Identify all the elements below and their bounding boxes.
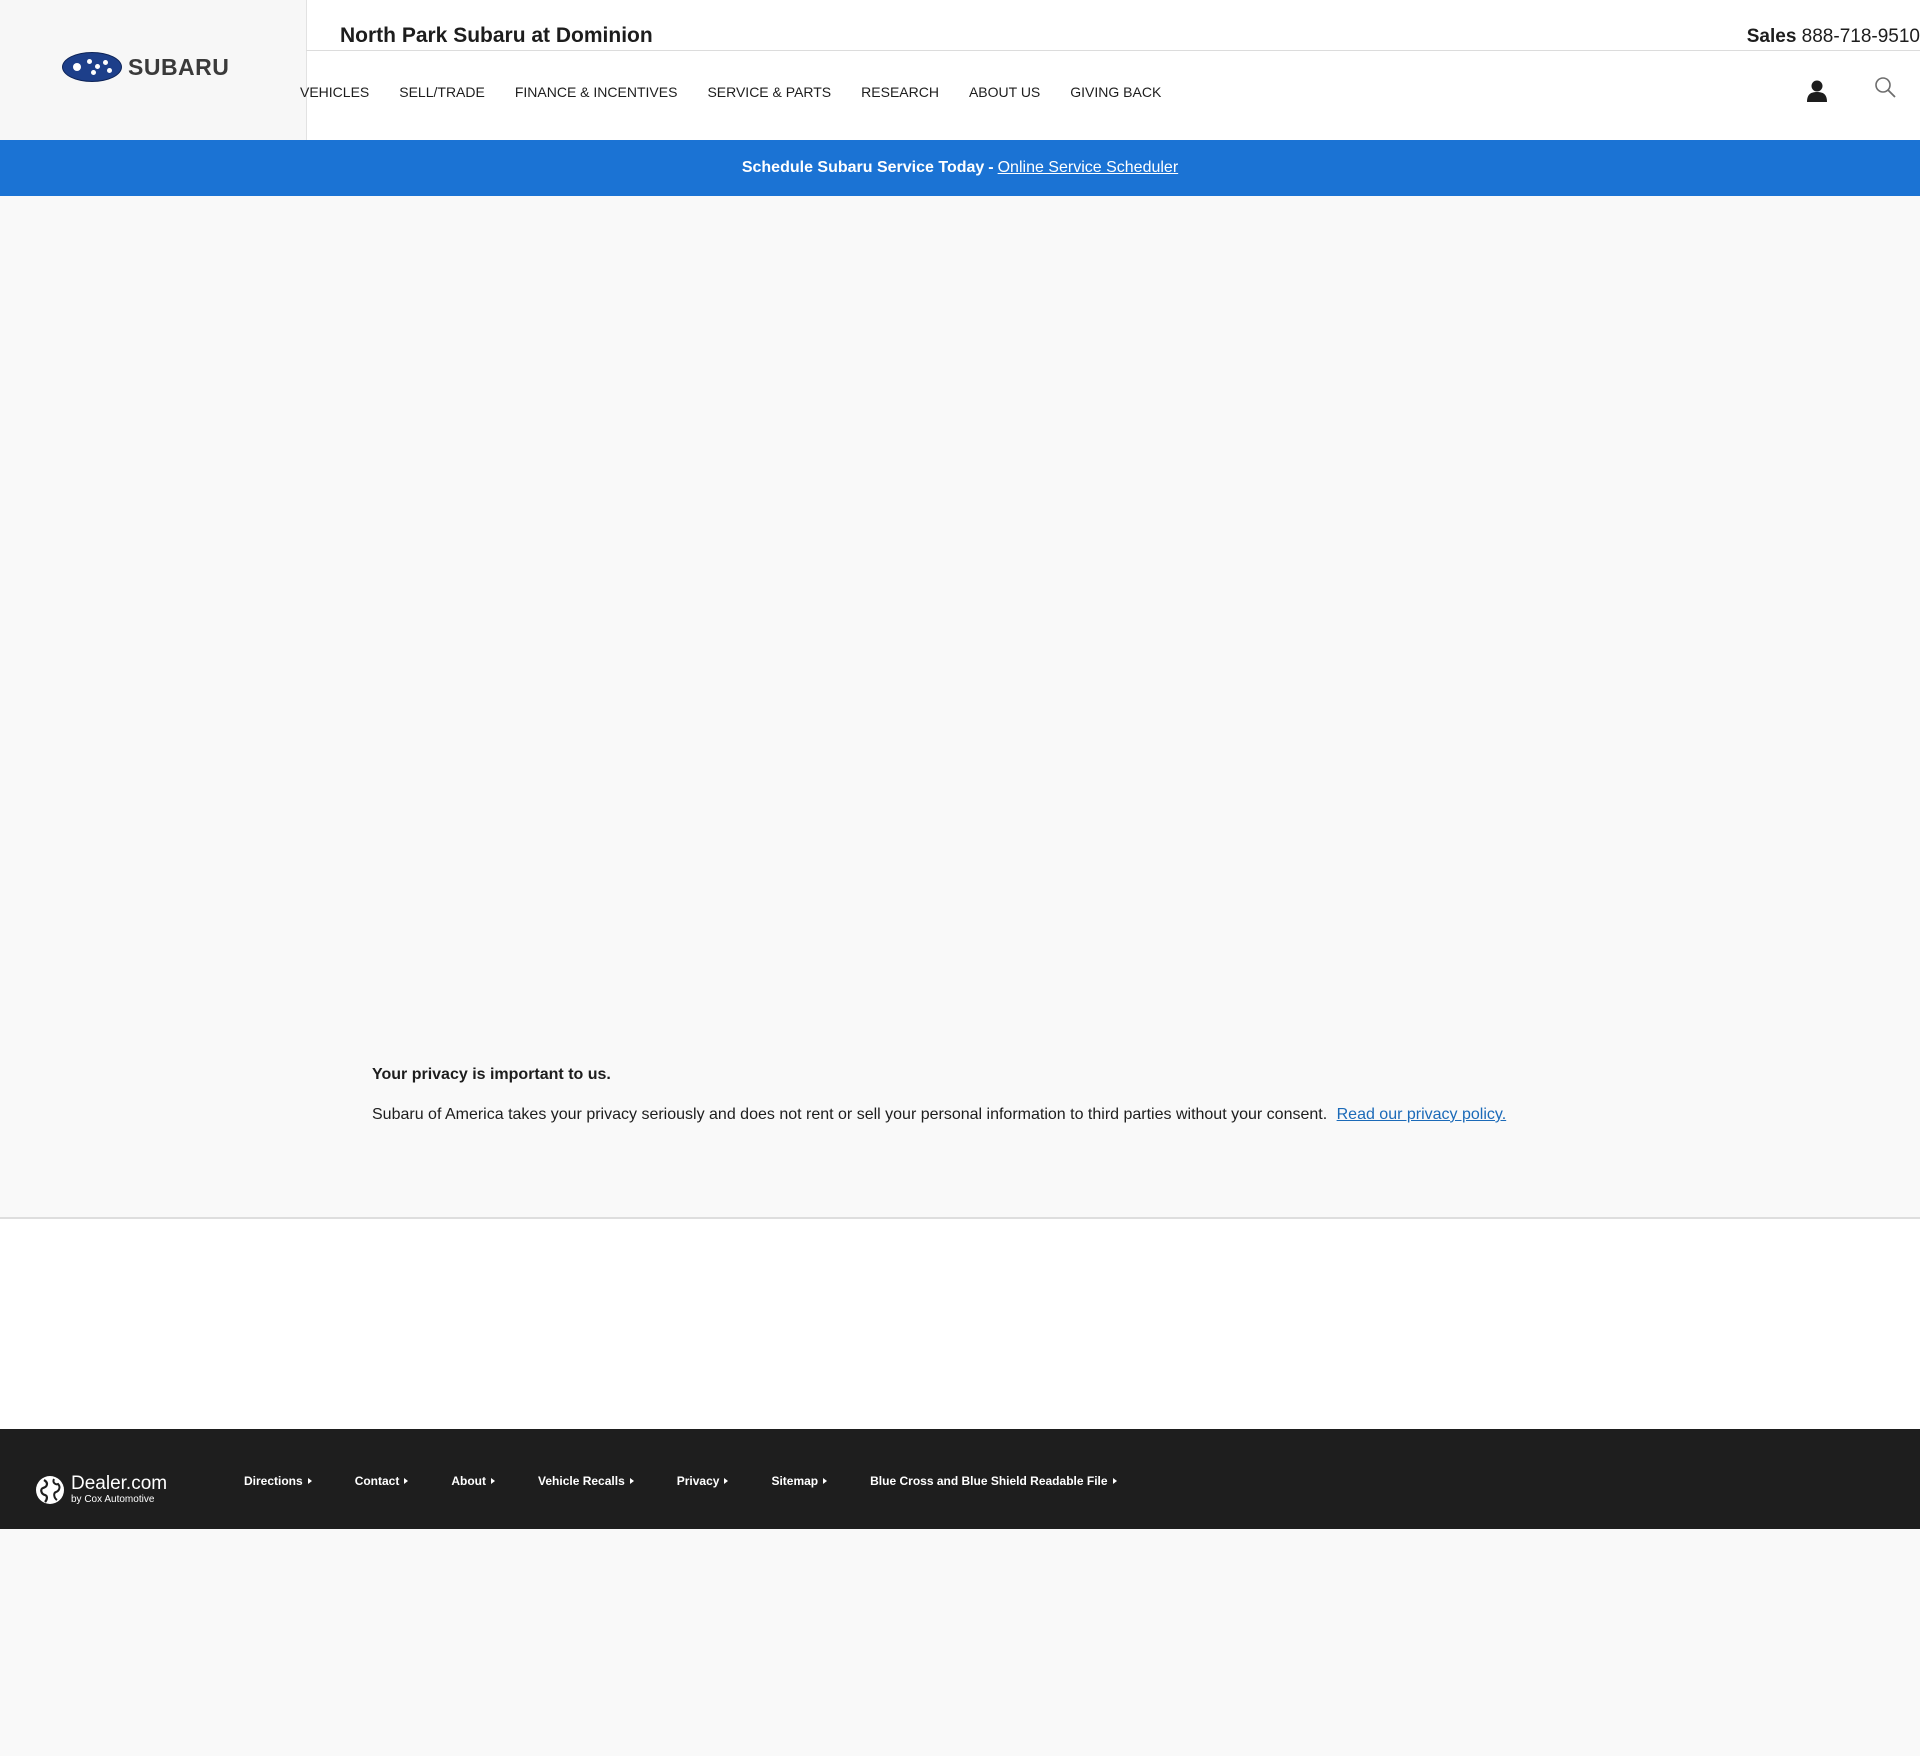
logo-area: SUBARU: [0, 0, 307, 140]
caret-right-icon: [629, 1478, 634, 1484]
banner-separator: -: [988, 159, 994, 176]
main-nav: VEHICLES SELL/TRADE FINANCE & INCENTIVES…: [300, 84, 1191, 100]
search-icon[interactable]: [1874, 76, 1896, 98]
footer-link-label: About: [451, 1474, 487, 1488]
caret-right-icon: [724, 1478, 729, 1484]
globe-icon: [36, 1475, 64, 1504]
caret-right-icon: [491, 1478, 496, 1484]
privacy-text: Subaru of America takes your privacy ser…: [372, 1106, 1328, 1123]
footer-link-directions[interactable]: Directions: [244, 1474, 312, 1488]
caret-right-icon: [404, 1478, 409, 1484]
footer-link-label: Contact: [354, 1474, 400, 1488]
footer-link-privacy[interactable]: Privacy: [677, 1474, 729, 1488]
footer-link-label: Privacy: [676, 1474, 720, 1488]
sales-phone[interactable]: Sales 888-718-9510: [1747, 26, 1920, 48]
service-banner: Schedule Subaru Service Today - Online S…: [0, 140, 1920, 196]
footer-brand: Dealer.com: [71, 1473, 168, 1494]
caret-right-icon: [823, 1478, 828, 1484]
footer-link-sitemap[interactable]: Sitemap: [771, 1474, 828, 1488]
header-divider: [306, 50, 1920, 51]
site-header: SUBARU North Park Subaru at Dominion Sal…: [0, 0, 1920, 140]
footer-link-label: Directions: [244, 1474, 303, 1488]
privacy-notice: Your privacy is important to us. Subaru …: [372, 1066, 1506, 1124]
online-service-scheduler-link[interactable]: Online Service Scheduler: [998, 159, 1179, 177]
subaru-logo[interactable]: SUBARU: [62, 52, 229, 82]
caret-right-icon: [307, 1478, 312, 1484]
nav-giving-back[interactable]: GIVING BACK: [1070, 84, 1161, 100]
privacy-title: Your privacy is important to us.: [372, 1066, 611, 1083]
footer-spacer: [0, 1219, 1920, 1429]
footer-link-contact[interactable]: Contact: [355, 1474, 409, 1488]
nav-research[interactable]: RESEARCH: [861, 84, 939, 100]
privacy-text-row: Subaru of America takes your privacy ser…: [372, 1106, 1506, 1124]
nav-finance-incentives[interactable]: FINANCE & INCENTIVES: [515, 84, 678, 100]
nav-sell-trade[interactable]: SELL/TRADE: [399, 84, 485, 100]
dealer-name[interactable]: North Park Subaru at Dominion: [340, 24, 653, 48]
footer-link-label: Sitemap: [771, 1474, 819, 1488]
footer-link-vehicle-recalls[interactable]: Vehicle Recalls: [538, 1474, 634, 1488]
footer-link-label: Blue Cross and Blue Shield Readable File: [870, 1474, 1108, 1488]
nav-vehicles[interactable]: VEHICLES: [300, 84, 369, 100]
subaru-stars-icon: [62, 52, 122, 82]
dealer-com-logo[interactable]: Dealer.com by Cox Automotive: [35, 1474, 167, 1505]
user-icon[interactable]: [1807, 80, 1827, 102]
brand-wordmark: SUBARU: [128, 53, 230, 80]
footer-brand-sub: by Cox Automotive: [71, 1494, 155, 1505]
banner-text: Schedule Subaru Service Today: [741, 159, 985, 176]
nav-service-parts[interactable]: SERVICE & PARTS: [707, 84, 831, 100]
nav-about-us[interactable]: ABOUT US: [969, 84, 1040, 100]
footer-link-label: Vehicle Recalls: [538, 1474, 625, 1488]
site-footer: Dealer.com by Cox Automotive Directions …: [0, 1429, 1920, 1529]
sales-number[interactable]: 888-718-9510: [1802, 26, 1920, 47]
caret-right-icon: [1112, 1478, 1117, 1484]
footer-link-about[interactable]: About: [451, 1474, 496, 1488]
sales-label: Sales: [1746, 26, 1797, 47]
footer-link-bcbs-readable-file[interactable]: Blue Cross and Blue Shield Readable File: [870, 1474, 1117, 1488]
footer-links: Directions Contact About Vehicle Recalls…: [244, 1474, 1160, 1488]
privacy-policy-link[interactable]: Read our privacy policy.: [1337, 1106, 1507, 1123]
